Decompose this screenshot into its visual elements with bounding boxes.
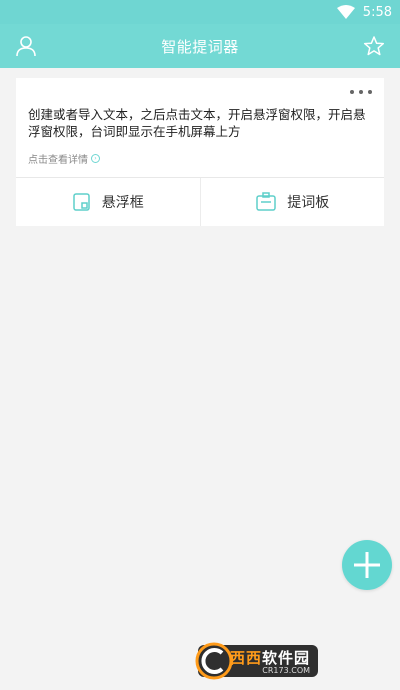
user-icon [16, 36, 36, 57]
add-button[interactable] [342, 540, 392, 590]
floating-window-button[interactable]: 悬浮框 [16, 178, 200, 226]
prompter-board-button[interactable]: 提词板 [201, 178, 385, 226]
star-icon [363, 36, 385, 56]
card-description: 创建或者导入文本，之后点击文本，开启悬浮窗权限，开启悬浮窗权限，台词即显示在手机… [28, 107, 366, 139]
watermark-url: CR173.COM [262, 666, 311, 675]
floating-window-icon [73, 193, 90, 211]
chevron-right-icon: › [91, 154, 100, 163]
view-details-link[interactable]: 点击查看详情 › [28, 151, 100, 166]
watermark-logo-icon [195, 642, 233, 680]
plus-icon [354, 552, 380, 578]
watermark: 西西软件园 CR173.COM [195, 640, 384, 682]
status-time: 5:58 [362, 4, 392, 20]
app-bar: 智能提词器 [0, 24, 400, 68]
clipboard-icon [256, 192, 276, 211]
more-options-icon[interactable] [350, 84, 372, 100]
wifi-icon [336, 5, 355, 19]
favorite-button[interactable] [362, 34, 386, 58]
view-details-label: 点击查看详情 [28, 155, 88, 166]
watermark-name: 西西软件园 [230, 649, 311, 667]
prompter-board-label: 提词板 [287, 195, 330, 211]
status-bar: 5:58 [0, 0, 400, 24]
text-card[interactable]: 创建或者导入文本，之后点击文本，开启悬浮窗权限，开启悬浮窗权限，台词即显示在手机… [16, 78, 384, 226]
card-actions: 悬浮框 提词板 [16, 178, 384, 226]
user-button[interactable] [14, 34, 38, 58]
watermark-box: 西西软件园 CR173.COM [195, 642, 319, 680]
page-title: 智能提词器 [161, 37, 239, 56]
floating-window-label: 悬浮框 [101, 195, 144, 211]
